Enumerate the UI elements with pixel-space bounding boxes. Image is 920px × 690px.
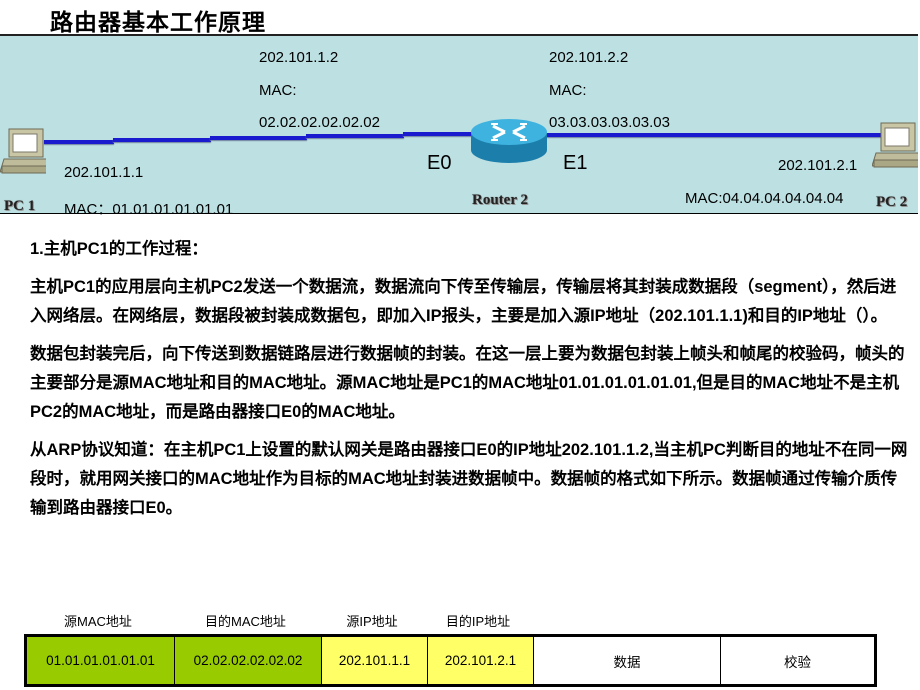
- e0-ip: 202.101.1.2: [259, 49, 339, 66]
- pc2-mac: MAC:04.04.04.04.04.04: [685, 190, 844, 207]
- e0-mac: 02.02.02.02.02.02: [259, 114, 380, 131]
- frame-header-src-ip: 源IP地址: [346, 614, 398, 629]
- pc2-ip: 202.101.2.1: [778, 157, 858, 174]
- port-e1-label: E1: [563, 152, 588, 174]
- pc1-ip: 202.101.1.1: [64, 164, 144, 181]
- frame-header-dst-mac: 目的MAC地址: [205, 614, 286, 629]
- frame-cell-dst-ip: 202.101.2.1: [428, 637, 534, 684]
- frame-cell-checksum: 校验: [721, 637, 874, 684]
- link-pc1-router: [44, 140, 114, 144]
- page-title: 路由器基本工作原理: [50, 10, 266, 35]
- router-icon[interactable]: [469, 116, 549, 168]
- pc1-label: PC 1: [4, 198, 36, 214]
- pc2-computer-icon[interactable]: [872, 120, 918, 170]
- explanation-text: 1.主机PC1的工作过程： 主机PC1的应用层向主机PC2发送一个数据流，数据流…: [30, 235, 910, 532]
- frame-header-src-mac: 源MAC地址: [64, 614, 132, 629]
- e1-mac: 03.03.03.03.03.03: [549, 114, 670, 131]
- network-diagram: PC 1 202.101.1.1 MAC：01.01.01.01.01.01 2…: [0, 34, 918, 218]
- link-pc1-router-seg2: [113, 138, 211, 142]
- e1-ip: 202.101.2.2: [549, 49, 629, 66]
- frame-cell-data: 数据: [534, 637, 721, 684]
- frame-cell-src-ip: 202.101.1.1: [322, 637, 428, 684]
- port-e0-label: E0: [427, 152, 452, 174]
- link-pc1-router-seg3: [210, 136, 307, 140]
- link-router-pc2: [545, 133, 885, 137]
- frame-cell-src-mac: 01.01.01.01.01.01: [27, 637, 175, 684]
- pc1-mac: MAC：01.01.01.01.01.01: [64, 201, 234, 218]
- pc2-label: PC 2: [876, 194, 908, 210]
- paragraph: 数据包封装完后，向下传送到数据链路层进行数据帧的封装。在这一层上要为数据包封装上…: [30, 345, 905, 421]
- section-heading: 1.主机PC1的工作过程：: [30, 240, 208, 258]
- router-label: Router 2: [472, 192, 528, 208]
- paragraph: 从ARP协议知道：在主机PC1上设置的默认网关是路由器接口E0的IP地址202.…: [30, 441, 908, 517]
- frame-header-dst-ip: 目的IP地址: [445, 614, 511, 629]
- frame-cell-dst-mac: 02.02.02.02.02.02: [175, 637, 322, 684]
- paragraph: 主机PC1的应用层向主机PC2发送一个数据流，数据流向下传至传输层，传输层将其封…: [30, 278, 897, 325]
- e1-mac-label: MAC:: [549, 82, 587, 99]
- data-frame-format: 01.01.01.01.01.01 02.02.02.02.02.02 202.…: [24, 634, 877, 687]
- link-pc1-router-seg4: [306, 134, 404, 138]
- e0-mac-label: MAC:: [259, 82, 297, 99]
- pc1-computer-icon[interactable]: [0, 126, 46, 176]
